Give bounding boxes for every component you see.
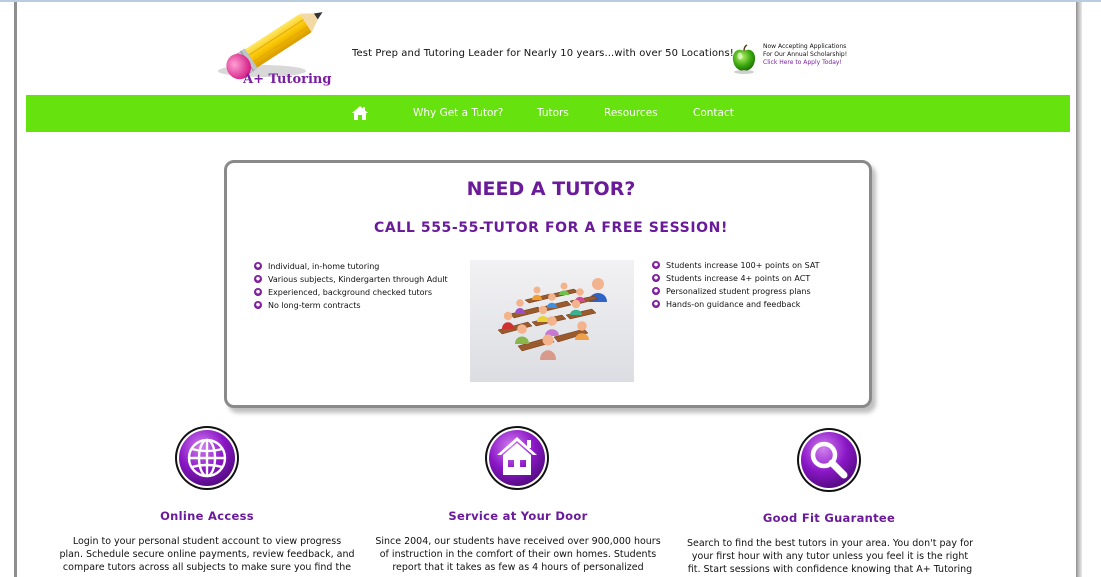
bullet-text: Students increase 4+ points on ACT [666,274,811,283]
nav-tutors[interactable]: Tutors [537,107,569,119]
bullet-icon [254,275,262,283]
hero-left-bullets: Individual, in-home tutoring Various sub… [254,260,448,312]
header-tagline: Test Prep and Tutoring Leader for Nearly… [352,48,734,59]
classroom-illustration [470,260,634,382]
feature-body-line: report that it takes as few as 4 hours o… [392,562,644,573]
list-item: Individual, in-home tutoring [254,260,448,273]
apple-icon[interactable] [731,44,757,74]
scholarship-apply-link[interactable]: Click Here to Apply Today! [763,59,847,67]
bullet-icon [652,274,660,282]
list-item: Hands-on guidance and feedback [652,298,820,311]
feature-body-line: compare tutors across all subjects to ma… [62,562,352,573]
magnifier-icon[interactable] [795,426,863,494]
house-icon[interactable] [483,424,551,492]
hero-right-bullets: Students increase 100+ points on SAT Stu… [652,259,820,311]
bullet-text: Experienced, background checked tutors [268,288,433,297]
bullet-text: No long-term contracts [268,301,361,310]
main-nav-bar: Why Get a Tutor? Tutors Resources Contac… [26,95,1070,132]
bullet-icon [254,262,262,270]
list-item: Various subjects, Kindergarten through A… [254,273,448,286]
feature-body-line: fit. Start sessions with confidence know… [687,564,973,575]
feature-body-service-at-your-door: Since 2004, our students have received o… [360,535,676,574]
feature-body-line: Since 2004, our students have received o… [375,536,661,547]
globe-icon[interactable] [173,424,241,492]
bullet-text: Various subjects, Kindergarten through A… [268,275,448,284]
scholarship-line-1: Now Accepting Applications [763,43,847,50]
bullet-text: Individual, in-home tutoring [268,262,380,271]
feature-body-line: Login to your personal student account t… [72,536,342,547]
feature-title-service-at-your-door: Service at Your Door [448,509,588,523]
scholarship-notice: Now Accepting Applications For Our Annua… [763,43,847,67]
feature-body-line: Search to find the best tutors in your a… [686,538,974,549]
feature-body-online-access: Login to your personal student account t… [52,535,362,574]
feature-title-online-access: Online Access [160,509,254,523]
feature-title-good-fit-guarantee: Good Fit Guarantee [762,511,896,525]
bullet-icon [652,300,660,308]
page-frame-left [14,2,17,577]
bullet-icon [652,287,660,295]
bullet-text: Personalized student progress plans [666,287,811,296]
bullet-icon [652,261,660,269]
hero-heading: NEED A TUTOR? [466,178,636,200]
list-item: No long-term contracts [254,299,448,312]
list-item: Students increase 100+ points on SAT [652,259,820,272]
scholarship-line-2: For Our Annual Scholarship! [763,51,848,58]
list-item: Personalized student progress plans [652,285,820,298]
feature-body-line: plan. Schedule secure online payments, r… [59,549,355,560]
list-item: Students increase 4+ points on ACT [652,272,820,285]
feature-body-line: of instruction in the comfort of their o… [379,549,657,560]
hero-subheading: CALL 555-55-TUTOR FOR A FREE SESSION! [374,220,728,236]
bullet-icon [254,301,262,309]
list-item: Experienced, background checked tutors [254,286,448,299]
feature-body-good-fit-guarantee: Search to find the best tutors in your a… [672,537,988,576]
page-frame-right [1076,2,1082,577]
logo-text[interactable]: A+ Tutoring [243,72,331,87]
nav-resources[interactable]: Resources [604,107,658,119]
home-icon[interactable] [352,106,368,120]
feature-body-line: your first hour with any tutor unless yo… [691,551,969,562]
browser-top-border [0,0,1101,2]
bullet-text: Students increase 100+ points on SAT [666,261,820,270]
nav-contact[interactable]: Contact [693,107,734,119]
nav-why-get-a-tutor[interactable]: Why Get a Tutor? [413,107,503,119]
bullet-icon [254,288,262,296]
hero-callout-box: NEED A TUTOR? CALL 555-55-TUTOR FOR A FR… [224,160,872,408]
bullet-text: Hands-on guidance and feedback [666,300,801,309]
